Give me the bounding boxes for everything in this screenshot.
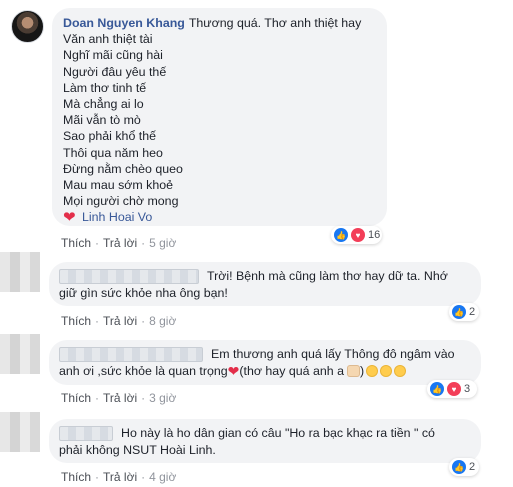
separator-dot: · bbox=[95, 391, 100, 405]
reaction-count: 2 bbox=[469, 306, 476, 318]
reply-avatar-3[interactable] bbox=[0, 412, 40, 452]
poem-line-8: Sao phải khổ thế bbox=[63, 129, 157, 144]
like-action[interactable]: Thích bbox=[61, 236, 91, 250]
love-icon: ♥ bbox=[447, 382, 461, 396]
reaction-count: 16 bbox=[368, 229, 381, 241]
separator-dot: · bbox=[95, 470, 100, 484]
main-comment-bubble: Doan Nguyen Khang Thương quá. Thơ anh thi… bbox=[52, 8, 387, 226]
reply-avatar-2[interactable] bbox=[0, 334, 40, 374]
comment-time[interactable]: 3 giờ bbox=[149, 391, 176, 405]
mention-row: ❤ Linh Hoai Vo bbox=[63, 209, 376, 225]
poem-line-5: Làm thơ tinh tế bbox=[63, 80, 147, 95]
poem-line-2: Văn anh thiệt tài bbox=[63, 32, 153, 47]
blurred-name-1[interactable] bbox=[59, 269, 199, 284]
reply-action[interactable]: Trả lời bbox=[103, 391, 137, 405]
reply-3-actions: Thích · Trả lời · 4 giờ bbox=[61, 470, 176, 484]
separator-dot: · bbox=[141, 314, 146, 328]
main-reaction-count[interactable]: 👍 ♥ 16 bbox=[331, 226, 382, 244]
reply-bubble-2: Em thương anh quá lấy Thông đô ngâm vào … bbox=[49, 340, 481, 385]
mention-link[interactable]: Linh Hoai Vo bbox=[82, 209, 152, 225]
reaction-count: 2 bbox=[469, 461, 476, 473]
reply-1-line-2: giữ gìn sức khỏe nha ông bạn! bbox=[59, 286, 228, 300]
comment-time[interactable]: 4 giờ bbox=[149, 470, 176, 484]
separator-dot: · bbox=[95, 314, 100, 328]
reply-1-actions: Thích · Trả lời · 8 giờ bbox=[61, 314, 176, 328]
main-comment-actions: Thích · Trả lời · 5 giờ bbox=[61, 236, 176, 250]
poem-line-4: Người đâu yêu thế bbox=[63, 64, 167, 79]
reply-avatar-1[interactable] bbox=[0, 252, 40, 292]
kiss-emoji-icon bbox=[380, 365, 393, 377]
like-action[interactable]: Thích bbox=[61, 470, 91, 484]
poem-line-3: Nghĩ mãi cũng hài bbox=[63, 48, 163, 63]
reply-1-line-1: Trời! Bệnh mà cũng làm thơ hay dữ ta. Nh… bbox=[207, 269, 448, 283]
comment-time[interactable]: 5 giờ bbox=[149, 236, 176, 250]
like-icon: 👍 bbox=[452, 305, 466, 319]
facebook-comment-thread: Doan Nguyen Khang Thương quá. Thơ anh thi… bbox=[0, 0, 513, 487]
reaction-count: 3 bbox=[464, 383, 471, 395]
reply-bubble-1: Trời! Bệnh mà cũng làm thơ hay dữ ta. Nh… bbox=[49, 262, 481, 306]
reply-1-reaction-count[interactable]: 👍 2 bbox=[449, 303, 479, 321]
like-action[interactable]: Thích bbox=[61, 314, 91, 328]
love-icon: ♥ bbox=[351, 228, 365, 242]
separator-dot: · bbox=[141, 391, 146, 405]
blurred-name-2[interactable] bbox=[59, 347, 203, 362]
comment-line-1: Thương quá. Thơ anh thiệt hay bbox=[188, 16, 362, 30]
reply-action[interactable]: Trả lời bbox=[103, 236, 137, 250]
like-action[interactable]: Thích bbox=[61, 391, 91, 405]
reply-2-line-1: Em thương anh quá lấy Thông đô ngâm vào bbox=[211, 347, 455, 361]
commenter-name-link[interactable]: Doan Nguyen Khang bbox=[63, 16, 185, 30]
kiss-emoji-icon bbox=[366, 365, 379, 377]
like-icon: 👍 bbox=[430, 382, 444, 396]
comment-first-line: Doan Nguyen Khang Thương quá. Thơ anh thi… bbox=[63, 15, 376, 31]
reply-bubble-3: Ho này là ho dân gian có câu "Ho ra bạc … bbox=[49, 419, 481, 463]
reply-2-line-2b: (thơ hay quá anh a bbox=[239, 364, 344, 378]
kiss-emoji-icon bbox=[394, 365, 407, 377]
comment-time[interactable]: 8 giờ bbox=[149, 314, 176, 328]
reply-3-line-1: Ho này là ho dân gian có câu "Ho ra bạc … bbox=[121, 426, 435, 440]
poem-line-12: Mọi người chờ mong bbox=[63, 194, 179, 209]
separator-dot: · bbox=[141, 236, 146, 250]
poem-line-9: Thôi qua năm heo bbox=[63, 145, 163, 160]
blurred-name-3[interactable] bbox=[59, 426, 113, 441]
reply-action[interactable]: Trả lời bbox=[103, 314, 137, 328]
reply-3-reaction-count[interactable]: 👍 2 bbox=[449, 458, 479, 476]
reply-2-line-2a: anh ơi ,sức khỏe là quan trọng bbox=[59, 364, 228, 378]
heart-icon: ❤ bbox=[63, 209, 76, 227]
poem-line-6: Mà chẳng ai lo bbox=[63, 97, 144, 112]
reply-2-reaction-count[interactable]: 👍 ♥ 3 bbox=[427, 380, 477, 398]
separator-dot: · bbox=[95, 236, 100, 250]
reply-2-actions: Thích · Trả lời · 3 giờ bbox=[61, 391, 176, 405]
like-icon: 👍 bbox=[334, 228, 348, 242]
thumbs-up-emoji-icon bbox=[346, 365, 360, 377]
poem-line-10: Đừng nằm chèo queo bbox=[63, 161, 183, 176]
reply-action[interactable]: Trả lời bbox=[103, 470, 137, 484]
like-icon: 👍 bbox=[452, 460, 466, 474]
poem-line-11: Mau mau sớm khoẻ bbox=[63, 178, 174, 193]
commenter-avatar[interactable] bbox=[11, 10, 44, 43]
reply-3-line-2: phải không NSUT Hoài Linh. bbox=[59, 443, 216, 457]
separator-dot: · bbox=[141, 470, 146, 484]
heart-icon: ❤ bbox=[227, 363, 240, 379]
poem-line-7: Mãi vẫn tò mò bbox=[63, 113, 141, 128]
